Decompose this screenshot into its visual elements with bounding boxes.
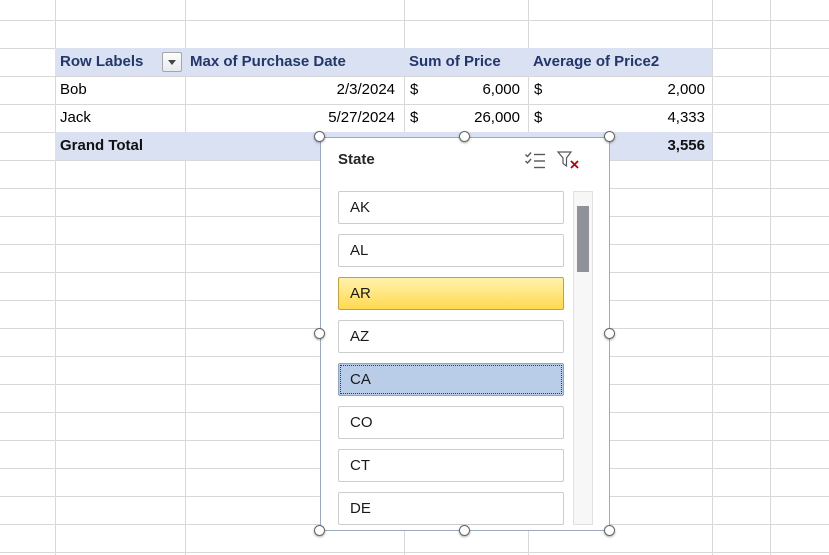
slicer-item-label: CO xyxy=(350,414,373,431)
slicer-item-ct[interactable]: CT xyxy=(338,449,564,482)
cell-average-of-price2[interactable]: $ 2,000 xyxy=(528,76,712,104)
cell-value: 6,000 xyxy=(482,76,520,104)
slicer-item-de[interactable]: DE xyxy=(338,492,564,525)
cell-row-label[interactable]: Grand Total xyxy=(55,132,185,160)
checklist-icon xyxy=(523,150,547,170)
pivot-header-sum-of-price[interactable]: Sum of Price xyxy=(404,48,528,76)
slicer-item-co[interactable]: CO xyxy=(338,406,564,439)
cell-value: 2,000 xyxy=(667,76,705,104)
currency-symbol: $ xyxy=(534,104,542,132)
state-slicer[interactable]: State AK AL AR AZ CA CO xyxy=(320,137,610,531)
slicer-item-ar[interactable]: AR xyxy=(338,277,564,310)
cell-row-label[interactable]: Bob xyxy=(55,76,185,104)
slicer-resize-handle-middle-right[interactable] xyxy=(604,328,615,339)
cell-max-purchase-date[interactable]: 5/27/2024 xyxy=(185,104,404,132)
slicer-resize-handle-bottom-right[interactable] xyxy=(604,525,615,536)
slicer-item-ak[interactable]: AK xyxy=(338,191,564,224)
slicer-title: State xyxy=(338,151,375,168)
funnel-x-icon xyxy=(555,149,581,171)
row-labels-filter-button[interactable] xyxy=(162,52,182,72)
cell-average-of-price2[interactable]: $ 4,333 xyxy=(528,104,712,132)
cell-row-label[interactable]: Jack xyxy=(55,104,185,132)
pivot-header-row-labels[interactable]: Row Labels xyxy=(55,48,185,76)
row-labels-text: Row Labels xyxy=(60,53,143,70)
slicer-item-ca[interactable]: CA xyxy=(338,363,564,396)
slicer-item-az[interactable]: AZ xyxy=(338,320,564,353)
multi-select-button[interactable] xyxy=(522,149,548,171)
slicer-item-label: AK xyxy=(350,199,370,216)
slicer-resize-handle-top-left[interactable] xyxy=(314,131,325,142)
pivot-row-bob: Bob 2/3/2024 $ 6,000 $ 2,000 xyxy=(55,76,712,104)
slicer-item-label: AR xyxy=(350,285,371,302)
currency-symbol: $ xyxy=(410,76,418,104)
slicer-scrollbar-track[interactable] xyxy=(573,191,593,525)
pivot-header-average-of-price2[interactable]: Average of Price2 xyxy=(528,48,712,76)
pivot-header-max-purchase-date[interactable]: Max of Purchase Date xyxy=(185,48,404,76)
slicer-scrollbar-thumb[interactable] xyxy=(577,206,589,272)
slicer-resize-handle-bottom-middle[interactable] xyxy=(459,525,470,536)
gridline xyxy=(770,0,771,555)
pivot-row-jack: Jack 5/27/2024 $ 26,000 $ 4,333 xyxy=(55,104,712,132)
slicer-resize-handle-middle-left[interactable] xyxy=(314,328,325,339)
slicer-item-label: CA xyxy=(350,371,371,388)
slicer-resize-handle-bottom-left[interactable] xyxy=(314,525,325,536)
slicer-toolbar xyxy=(522,149,581,171)
slicer-item-al[interactable]: AL xyxy=(338,234,564,267)
slicer-resize-handle-top-right[interactable] xyxy=(604,131,615,142)
currency-symbol: $ xyxy=(534,76,542,104)
slicer-item-label: DE xyxy=(350,500,371,517)
spreadsheet-canvas[interactable]: Row Labels Max of Purchase Date Sum of P… xyxy=(0,0,829,555)
slicer-resize-handle-top-middle[interactable] xyxy=(459,131,470,142)
slicer-item-label: AZ xyxy=(350,328,369,345)
cell-value: 26,000 xyxy=(474,104,520,132)
chevron-down-icon xyxy=(167,59,177,66)
cell-value: 3,556 xyxy=(667,132,705,160)
cell-sum-of-price[interactable]: $ 26,000 xyxy=(404,104,528,132)
pivot-header-row: Row Labels Max of Purchase Date Sum of P… xyxy=(55,48,712,76)
slicer-item-label: CT xyxy=(350,457,370,474)
cell-sum-of-price[interactable]: $ 6,000 xyxy=(404,76,528,104)
gridline xyxy=(712,0,713,555)
cell-max-purchase-date[interactable]: 2/3/2024 xyxy=(185,76,404,104)
cell-value: 4,333 xyxy=(667,104,705,132)
currency-symbol: $ xyxy=(410,104,418,132)
clear-filter-button[interactable] xyxy=(555,149,581,171)
slicer-item-label: AL xyxy=(350,242,368,259)
